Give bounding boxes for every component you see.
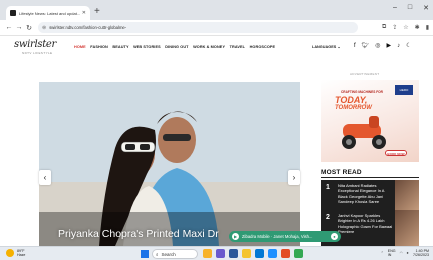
share-icon[interactable]: ⇪ (392, 24, 397, 31)
clock-time: 1:40 PM (415, 249, 429, 253)
nav-item-beauty[interactable]: BEAUTY (112, 45, 128, 49)
main-nav: HOME FASHION BEAUTY WEB STORIES DINING O… (74, 45, 275, 49)
slider-next-button[interactable]: › (288, 170, 300, 185)
windows-taskbar: 89°F Haze ⌕ Search ⌃ ENG IN ◠ 🔉︎ 1:40 PM… (0, 246, 433, 260)
toolbar-icons: ⧉ ⇪ ☆ ✱ ▮ (382, 24, 429, 31)
volume-icon[interactable]: 🔉︎ (407, 251, 409, 255)
window-controls: – □ ✕ (393, 4, 429, 12)
youtube-icon[interactable]: ▶ (387, 42, 392, 49)
browser-tab-strip: Lifestyle News: Latest and updat... ✕ + … (0, 0, 433, 20)
weather-temp: 89°F (17, 249, 25, 253)
nav-item-home[interactable]: HOME (74, 45, 86, 49)
clock-date: 7/26/2023 (413, 253, 429, 258)
minimize-button[interactable]: – (393, 4, 397, 12)
hero-photo (39, 82, 300, 246)
extensions-icon[interactable]: ✱ (415, 24, 420, 31)
most-read-divider (321, 177, 419, 178)
file-explorer-icon[interactable] (242, 249, 251, 258)
chat-icon[interactable] (216, 249, 225, 258)
nav-item-horoscope[interactable]: HOROSCOPE (250, 45, 276, 49)
site-header: swirlster NDTV LIFESTYLE HOME FASHION BE… (0, 36, 433, 58)
most-read-heading: MOST READ (321, 169, 362, 176)
edge-icon[interactable] (255, 249, 264, 258)
bell-icon[interactable]: ♪ (397, 43, 400, 49)
weather-widget[interactable]: 89°F Haze (6, 249, 25, 258)
twitter-icon[interactable]: 🐦︎ (362, 42, 370, 49)
nav-item-fashion[interactable]: FASHION (90, 45, 108, 49)
site-logo[interactable]: swirlster (14, 39, 56, 50)
most-read-title[interactable]: Nita Ambani Radiates Exceptional Eleganc… (338, 183, 394, 204)
weather-text: 89°F Haze (17, 249, 25, 258)
store-icon[interactable] (268, 249, 277, 258)
most-read-rank: 2 (326, 214, 330, 221)
nav-item-web-stories[interactable]: WEB STORIES (133, 45, 161, 49)
forward-arrow-icon[interactable]: → (14, 24, 24, 31)
play-icon[interactable]: ▶ (232, 233, 239, 240)
video-pip-bar[interactable]: ▶ Zibadra Mobile · Janet Mohaja, Vish...… (229, 231, 341, 242)
address-bar[interactable]: ⊜ swirlster.ndtv.com/fashion-cuttr-globa… (38, 22, 358, 33)
screen: Lifestyle News: Latest and updat... ✕ + … (0, 0, 433, 260)
weather-desc: Haze (17, 253, 26, 258)
translate-icon[interactable]: ⧉ (382, 24, 386, 31)
facebook-icon[interactable]: f (354, 43, 356, 49)
chrome-icon[interactable] (294, 249, 303, 258)
maximize-button[interactable]: □ (408, 4, 412, 12)
search-placeholder: Search (161, 251, 176, 257)
site-favicon-icon (10, 10, 16, 16)
sun-icon (6, 249, 14, 258)
new-tab-button[interactable]: + (94, 6, 100, 18)
widgets-icon[interactable] (203, 249, 212, 258)
back-arrow-icon[interactable]: ← (4, 24, 14, 31)
tab-close-button[interactable]: ✕ (82, 10, 86, 16)
system-tray: ⌃ ENG IN ◠ 🔉︎ 1:40 PM 7/26/2023 (381, 249, 429, 258)
site-info-icon[interactable]: ⊜ (42, 25, 46, 31)
nav-item-work-money[interactable]: WORK & MONEY (193, 45, 225, 49)
wifi-icon[interactable]: ◠ (400, 251, 403, 255)
advertisement-banner[interactable]: CRAFTING MACHINES FOR TODAY, TOMORROW HE… (321, 80, 419, 162)
chevron-down-icon: ⌄ (337, 45, 341, 49)
task-view-icon[interactable] (229, 249, 238, 258)
tray-language[interactable]: ENG IN (388, 249, 396, 257)
most-read-rank: 1 (326, 184, 330, 191)
taskbar-search[interactable]: ⌕ Search (152, 249, 198, 259)
nav-item-dining-out[interactable]: DINING OUT (165, 45, 188, 49)
pip-title: Zibadra Mobile · Janet Mohaja, Vish... (242, 234, 313, 239)
browser-tab[interactable]: Lifestyle News: Latest and updat... ✕ (6, 6, 90, 20)
pip-expand-icon[interactable]: ● (331, 233, 338, 240)
app-icon[interactable] (281, 249, 290, 258)
url-text: swirlster.ndtv.com/fashion-cuttr-globalm… (49, 25, 127, 30)
clock[interactable]: 1:40 PM 7/26/2023 (413, 249, 429, 258)
instagram-icon[interactable]: ◎ (375, 42, 380, 49)
start-button[interactable] (141, 250, 149, 258)
site-logo-sub: NDTV LIFESTYLE (22, 51, 53, 55)
close-window-button[interactable]: ✕ (423, 4, 429, 12)
tab-title: Lifestyle News: Latest and updat... (19, 10, 80, 16)
most-read-title[interactable]: Janhvi Kapoor Sparkles Brighter In A Rs … (338, 213, 394, 234)
reload-icon[interactable]: ↻ (24, 24, 34, 32)
languages-label: LANGUAGES (312, 45, 337, 49)
most-read-item[interactable]: 1 Nita Ambani Radiates Exceptional Elega… (321, 180, 419, 210)
ad-cta-button[interactable]: BOOK NOW (385, 150, 407, 156)
star-icon[interactable]: ☆ (403, 24, 408, 31)
most-read-thumbnail[interactable] (395, 180, 419, 210)
tray-region-code: IN (387, 253, 392, 258)
languages-dropdown[interactable]: LANGUAGES ⌄ (312, 44, 341, 49)
taskbar-apps (203, 249, 303, 258)
browser-toolbar: ← → ↻ ⊜ swirlster.ndtv.com/fashion-cuttr… (0, 20, 433, 36)
social-icons: f 🐦︎ ◎ ▶ ♪ ☾ (354, 42, 412, 50)
slider-prev-button[interactable]: ‹ (39, 170, 51, 185)
most-read-thumbnail[interactable] (395, 210, 419, 246)
sidebar-icon[interactable]: ▮ (426, 24, 429, 31)
moon-icon[interactable]: ☾ (406, 42, 411, 49)
ad-label: ADVERTISEMENT (350, 72, 380, 76)
nav-item-travel[interactable]: TRAVEL (230, 45, 246, 49)
hero-slide[interactable] (39, 82, 300, 246)
search-icon: ⌕ (156, 251, 159, 257)
chevron-up-icon[interactable]: ⌃ (381, 251, 384, 255)
hero-headline[interactable]: Priyanka Chopra's Printed Maxi Dr (58, 228, 219, 240)
